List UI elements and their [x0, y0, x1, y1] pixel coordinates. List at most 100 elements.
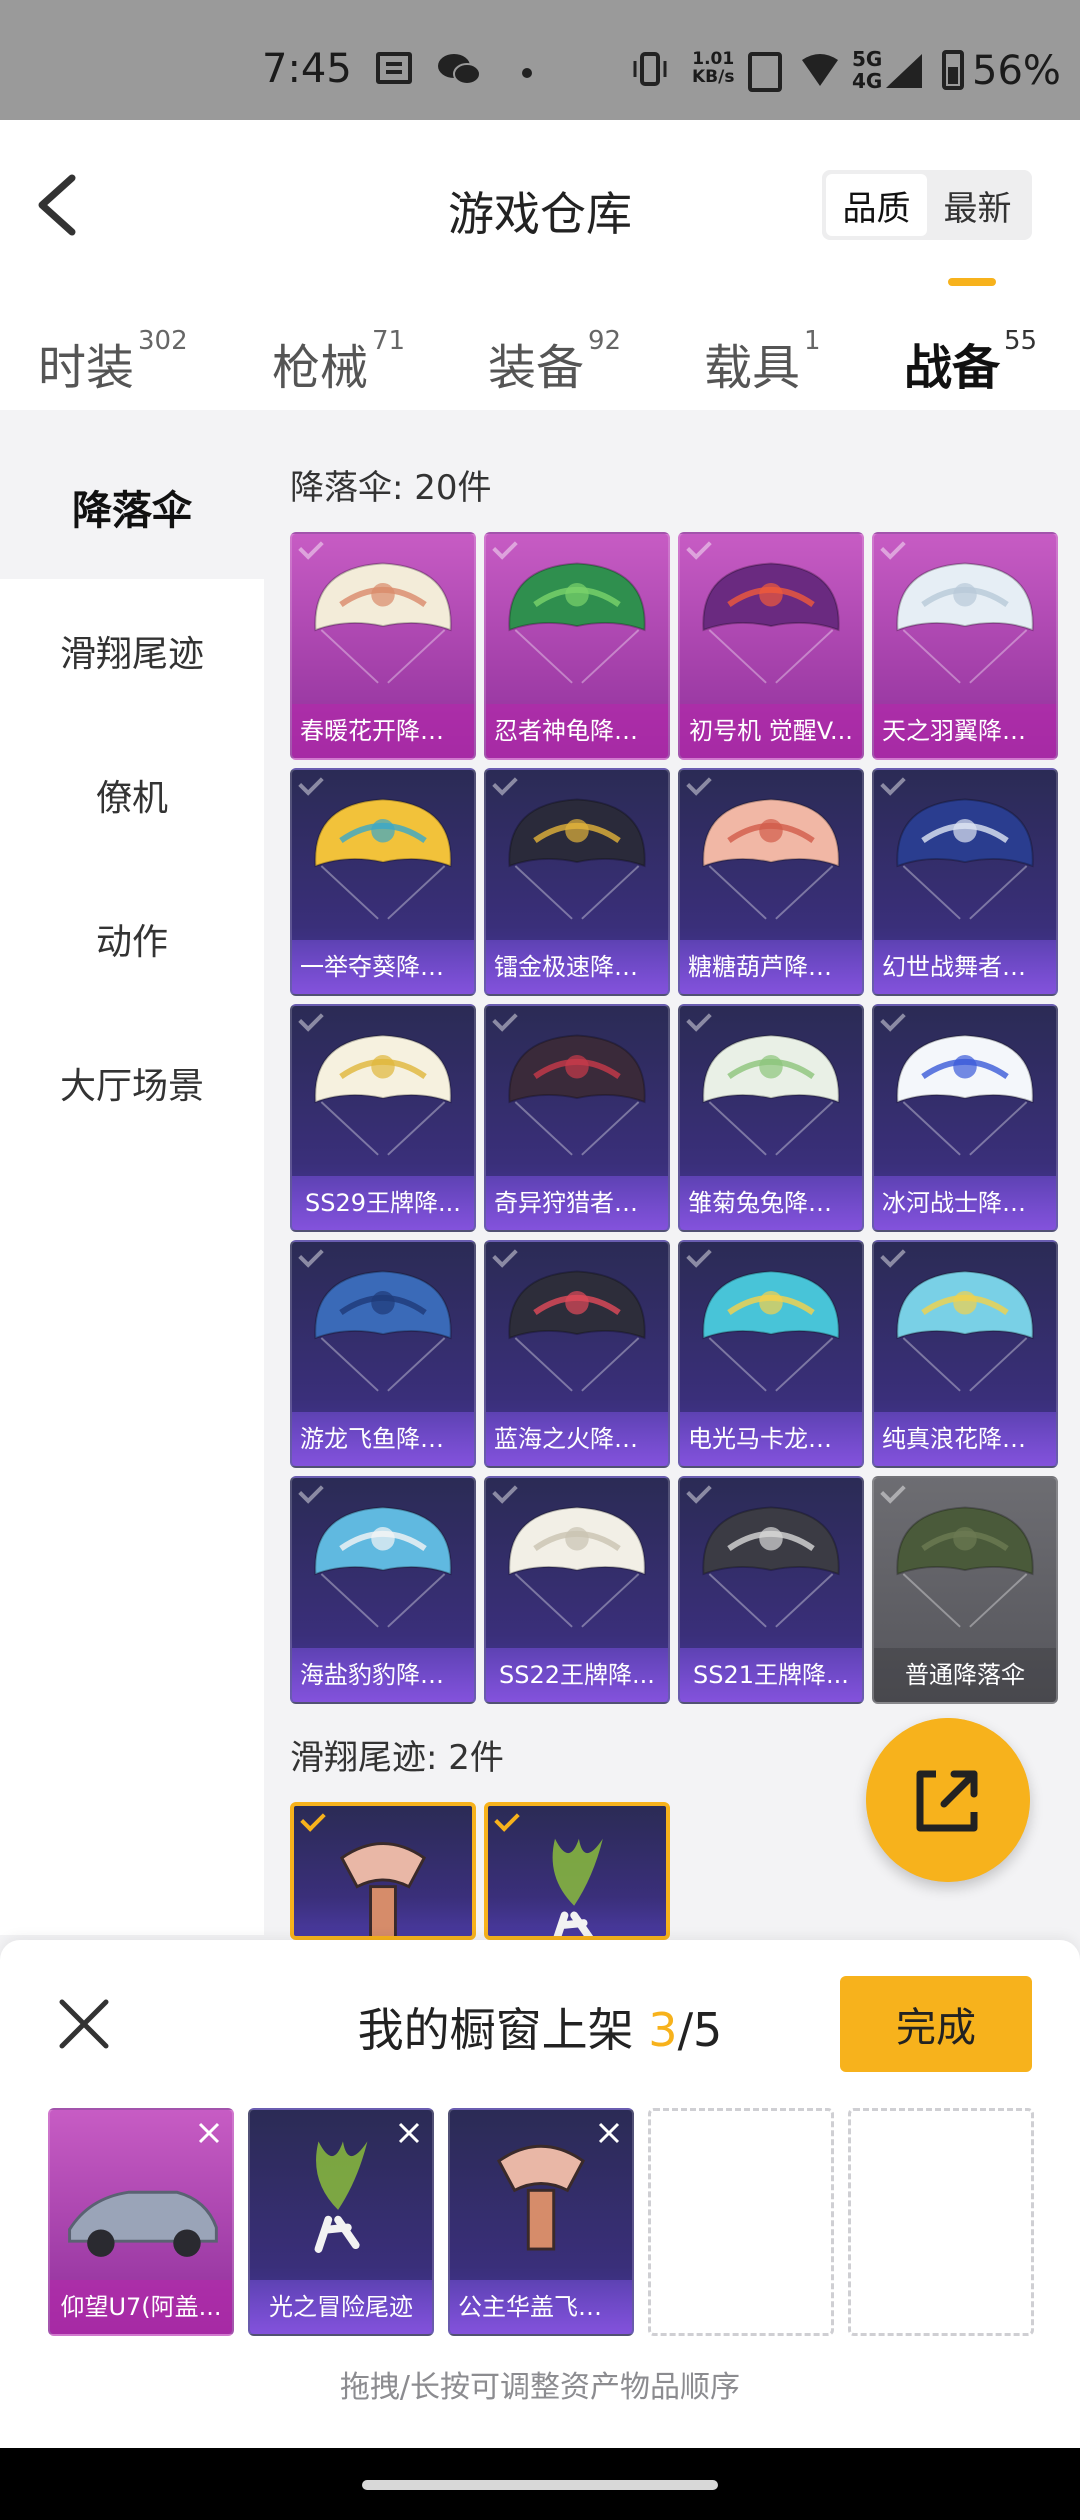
glide-trail-card[interactable]	[484, 1802, 670, 1940]
status-bar: 7:45 1.01 KB/s 5G 4G 56%	[0, 0, 1080, 120]
item-name: 初号机 觉醒V...	[680, 704, 862, 758]
parachute-card[interactable]: 幻世战舞者降...	[872, 768, 1058, 996]
parachute-card[interactable]: 普通降落伞	[872, 1476, 1058, 1704]
item-name: SS22王牌降...	[486, 1648, 668, 1702]
home-gesture-handle[interactable]	[362, 2480, 718, 2490]
parachute-card[interactable]: 游龙飞鱼降落...	[290, 1240, 476, 1468]
item-name: 光之冒险尾迹	[250, 2280, 432, 2334]
parachute-card[interactable]: 电光马卡龙降...	[678, 1240, 864, 1468]
sidebar-item-lobby-scene[interactable]: 大厅场景	[0, 1011, 264, 1155]
nfc-icon	[748, 52, 782, 92]
parachute-card[interactable]: 初号机 觉醒V...	[678, 532, 864, 760]
parachute-art	[508, 1034, 646, 1156]
cell-signal-icon	[886, 54, 922, 88]
reorder-hint: 拖拽/长按可调整资产物品顺序	[339, 2370, 741, 2405]
parachute-art	[314, 1270, 452, 1392]
system-nav-bar	[0, 2448, 1080, 2520]
sidebar: 降落伞 滑翔尾迹 僚机 动作 大厅场景	[0, 435, 264, 1935]
sort-option-quality[interactable]: 品质	[826, 174, 927, 236]
item-name: 镭金极速降落...	[486, 940, 668, 994]
share-icon[interactable]	[866, 1718, 1030, 1882]
parachute-card[interactable]: 奇异狩猎者降...	[484, 1004, 670, 1232]
parachute-card[interactable]: 冰河战士降落...	[872, 1004, 1058, 1232]
item-name: 一举夺葵降落...	[292, 940, 474, 994]
showcase-slot[interactable]: 光之冒险尾迹	[248, 2108, 434, 2336]
remove-icon[interactable]	[594, 2118, 624, 2148]
showcase-slot[interactable]: 仰望U7(阿盖...	[48, 2108, 234, 2336]
net-speed: 1.01 KB/s	[692, 49, 735, 87]
tab-weapons[interactable]: 枪械 71	[272, 326, 405, 398]
parachute-card[interactable]: SS21王牌降...	[678, 1476, 864, 1704]
remove-icon[interactable]	[394, 2118, 424, 2148]
wechat-icon	[438, 54, 481, 85]
parachute-art	[314, 798, 452, 920]
parachute-card[interactable]: 春暖花开降落...	[290, 532, 476, 760]
showcase-count: 3	[648, 2003, 678, 2057]
parachute-art	[702, 1034, 840, 1156]
parachute-card[interactable]: SS29王牌降...	[290, 1004, 476, 1232]
glide-trail-card[interactable]	[290, 1802, 476, 1940]
parachute-art	[896, 798, 1034, 920]
item-name: 春暖花开降落...	[292, 704, 474, 758]
item-name: SS29王牌降...	[292, 1176, 474, 1230]
tab-fashion[interactable]: 时装 302	[38, 326, 188, 398]
parachute-card[interactable]: 镭金极速降落...	[484, 768, 670, 996]
glide-trail-art	[339, 1842, 427, 1936]
item-name: 普通降落伞	[874, 1648, 1056, 1702]
sidebar-item-glide-trail[interactable]: 滑翔尾迹	[0, 579, 264, 723]
tab-vehicles[interactable]: 载具 1	[704, 326, 821, 398]
item-name: 冰河战士降落...	[874, 1176, 1056, 1230]
sidebar-item-parachute[interactable]: 降落伞	[0, 435, 264, 579]
network-type: 5G 4G	[852, 47, 883, 93]
active-tab-indicator	[948, 278, 996, 286]
item-name: 游龙飞鱼降落...	[292, 1412, 474, 1466]
section-label-parachute: 降落伞: 20件	[290, 468, 492, 508]
parachute-card[interactable]: 海盐豹豹降落...	[290, 1476, 476, 1704]
section-label-glide-trail: 滑翔尾迹: 2件	[290, 1738, 504, 1778]
vibrate-icon	[633, 52, 667, 86]
done-button[interactable]: 完成	[840, 1976, 1032, 2072]
item-name: 奇异狩猎者降...	[486, 1176, 668, 1230]
parachute-art	[702, 562, 840, 684]
showcase-slot-empty[interactable]	[648, 2108, 834, 2336]
battery-icon	[942, 50, 964, 90]
parachute-art	[508, 1506, 646, 1628]
sort-toggle[interactable]: 品质 最新	[822, 170, 1032, 240]
item-name: 雏菊兔兔降落...	[680, 1176, 862, 1230]
parachute-art	[508, 798, 646, 920]
showcase-slot[interactable]: 公主华盖飞行...	[448, 2108, 634, 2336]
item-name: 幻世战舞者降...	[874, 940, 1056, 994]
parachute-art	[508, 562, 646, 684]
header: 游戏仓库 品质 最新 时装 302 枪械 71 装备 92 载具 1 战备 55	[0, 120, 1080, 410]
tab-equipment[interactable]: 装备 92	[488, 326, 621, 398]
parachute-art	[896, 1506, 1034, 1628]
tab-gear[interactable]: 战备 55	[904, 326, 1037, 398]
parachute-art	[702, 1506, 840, 1628]
sidebar-item-wingman[interactable]: 僚机	[0, 723, 264, 867]
parachute-card[interactable]: 糖糖葫芦降落...	[678, 768, 864, 996]
more-notifications-dot	[522, 68, 532, 78]
battery-percent: 56%	[972, 48, 1061, 94]
item-name: 电光马卡龙降...	[680, 1412, 862, 1466]
parachute-art	[314, 1506, 452, 1628]
parachute-art	[896, 1270, 1034, 1392]
status-time: 7:45	[262, 46, 352, 92]
showcase-slot-empty[interactable]	[848, 2108, 1034, 2336]
remove-icon[interactable]	[194, 2118, 224, 2148]
parachute-card[interactable]: 雏菊兔兔降落...	[678, 1004, 864, 1232]
parachute-art	[314, 562, 452, 684]
parachute-card[interactable]: 蓝海之火降落...	[484, 1240, 670, 1468]
item-name: 忍者神龟降落...	[486, 704, 668, 758]
parachute-card[interactable]: SS22王牌降...	[484, 1476, 670, 1704]
parachute-card[interactable]: 天之羽翼降落...	[872, 532, 1058, 760]
parachute-card[interactable]: 纯真浪花降落...	[872, 1240, 1058, 1468]
parachute-art	[702, 798, 840, 920]
sort-option-newest[interactable]: 最新	[927, 174, 1028, 236]
sidebar-item-emote[interactable]: 动作	[0, 867, 264, 1011]
parachute-art	[314, 1034, 452, 1156]
item-name: 糖糖葫芦降落...	[680, 940, 862, 994]
parachute-card[interactable]: 忍者神龟降落...	[484, 532, 670, 760]
item-name: 仰望U7(阿盖...	[50, 2280, 232, 2334]
parachute-card[interactable]: 一举夺葵降落...	[290, 768, 476, 996]
wifi-icon	[802, 54, 838, 86]
